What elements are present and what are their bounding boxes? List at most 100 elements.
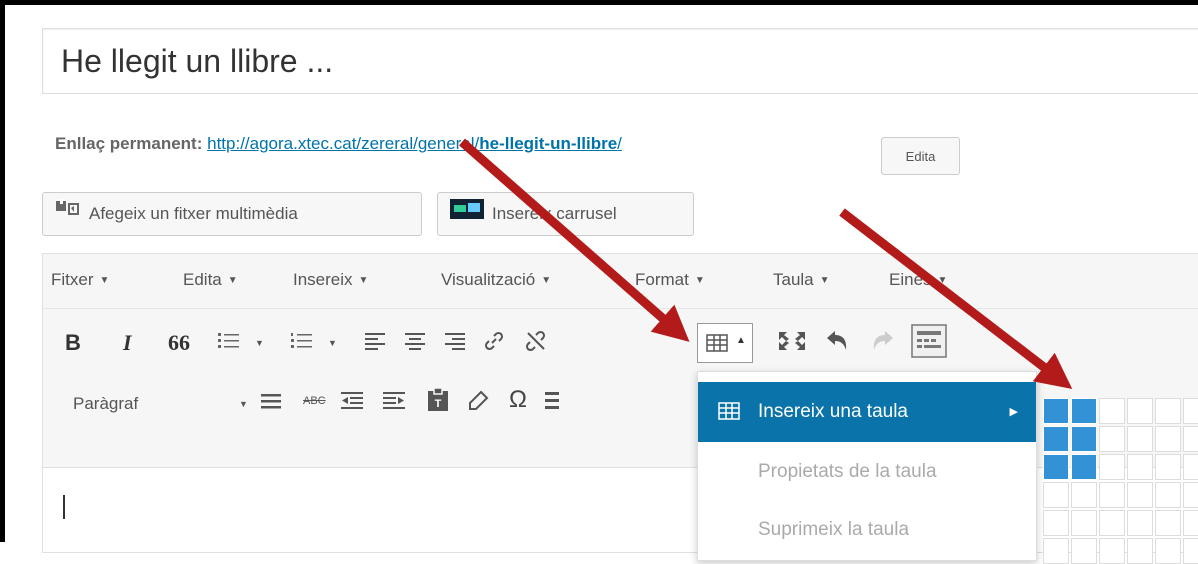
- menu-item-table-properties[interactable]: Propietats de la taula: [698, 442, 1036, 502]
- table-grid-cell[interactable]: [1071, 426, 1097, 452]
- horizontal-rule-icon: [261, 394, 281, 409]
- table-grid-cell[interactable]: [1183, 454, 1198, 480]
- table-grid-cell[interactable]: [1155, 454, 1181, 480]
- menu-file-label: Fitxer: [51, 270, 94, 289]
- table-grid-cell[interactable]: [1099, 398, 1125, 424]
- permalink-url-base: http://agora.xtec.cat/zereral/general/: [207, 134, 480, 153]
- more-toolbar-button[interactable]: [545, 390, 559, 416]
- add-media-button[interactable]: Afegeix un fitxer multimèdia: [42, 192, 422, 236]
- chevron-down-icon: ▼: [541, 275, 552, 286]
- table-grid-cell[interactable]: [1127, 482, 1153, 508]
- outdent-button[interactable]: [341, 391, 363, 417]
- insert-link-button[interactable]: [483, 330, 505, 358]
- menu-format-label: Format: [635, 270, 689, 289]
- table-grid-cell[interactable]: [1071, 454, 1097, 480]
- paste-text-button[interactable]: T: [427, 387, 449, 418]
- bullet-list-icon: [218, 333, 239, 348]
- numbered-list-icon: [291, 333, 312, 348]
- menu-table[interactable]: Taula ▼: [773, 270, 830, 290]
- clear-format-button[interactable]: [467, 390, 489, 418]
- menu-insert[interactable]: Insereix ▼: [293, 270, 368, 290]
- redo-icon: [873, 331, 893, 350]
- table-grid-cell[interactable]: [1043, 482, 1069, 508]
- permalink-link[interactable]: http://agora.xtec.cat/zereral/general/he…: [207, 134, 622, 153]
- strikethrough-button[interactable]: ABC: [303, 395, 326, 407]
- table-grid-cell[interactable]: [1099, 454, 1125, 480]
- link-icon: [484, 331, 504, 351]
- permalink-slug: he-llegit-un-llibre: [479, 134, 618, 153]
- indent-button[interactable]: [383, 391, 405, 417]
- permalink-trailing-slash: /: [617, 134, 622, 153]
- menu-file[interactable]: Fitxer ▼: [51, 270, 109, 290]
- align-left-button[interactable]: [365, 332, 385, 356]
- table-grid-cell[interactable]: [1043, 454, 1069, 480]
- chevron-down-icon: ▼: [227, 275, 238, 286]
- permalink-label: Enllaç permanent:: [55, 134, 203, 153]
- numbered-list-button[interactable]: [291, 332, 313, 356]
- table-grid-cell[interactable]: [1043, 426, 1069, 452]
- format-select-value: Paràgraf: [73, 394, 139, 413]
- table-grid-cell[interactable]: [1183, 426, 1198, 452]
- undo-button[interactable]: [825, 330, 849, 358]
- insert-carousel-button[interactable]: Insereix carrusel: [437, 192, 694, 236]
- table-grid-cell[interactable]: [1071, 510, 1097, 536]
- table-grid-cell[interactable]: [1099, 426, 1125, 452]
- table-grid-cell[interactable]: [1155, 482, 1181, 508]
- italic-button[interactable]: I: [123, 330, 132, 356]
- menu-insert-label: Insereix: [293, 270, 353, 289]
- table-grid-cell[interactable]: [1071, 482, 1097, 508]
- table-button[interactable]: ▲: [697, 323, 753, 363]
- toolbar-toggle-button[interactable]: [911, 324, 947, 364]
- menu-item-insert-table[interactable]: Insereix una taula ▶: [698, 382, 1036, 442]
- remove-link-button[interactable]: [523, 328, 549, 360]
- table-grid-cell[interactable]: [1155, 510, 1181, 536]
- chevron-down-icon: ▼: [358, 275, 369, 286]
- menu-edit[interactable]: Edita ▼: [183, 270, 238, 290]
- clear-format-icon: [469, 390, 489, 410]
- table-grid-cell[interactable]: [1127, 398, 1153, 424]
- table-grid-cell[interactable]: [1127, 510, 1153, 536]
- table-icon: [718, 402, 740, 420]
- menu-format[interactable]: Format ▼: [635, 270, 705, 290]
- table-grid-cell[interactable]: [1127, 454, 1153, 480]
- menu-item-insert-table-label: Insereix una taula: [758, 401, 908, 422]
- chevron-down-icon: ▼: [694, 275, 705, 286]
- table-grid-cell[interactable]: [1099, 510, 1125, 536]
- table-grid-cell[interactable]: [1155, 398, 1181, 424]
- table-grid-cell[interactable]: [1183, 482, 1198, 508]
- blockquote-button[interactable]: 66: [168, 330, 190, 356]
- bullet-list-button[interactable]: [218, 332, 240, 356]
- table-grid-cell[interactable]: [1127, 426, 1153, 452]
- table-grid-cell[interactable]: [1155, 426, 1181, 452]
- align-center-button[interactable]: [405, 332, 425, 356]
- paste-text-icon: T: [428, 387, 448, 411]
- horizontal-rule-button[interactable]: [261, 392, 281, 416]
- bold-button[interactable]: B: [65, 330, 81, 356]
- post-title-input[interactable]: He llegit un llibre ...: [42, 28, 1198, 94]
- outdent-icon: [341, 392, 363, 409]
- text-cursor: [63, 495, 65, 519]
- align-right-button[interactable]: [445, 332, 465, 356]
- format-select[interactable]: Paràgraf ▼: [55, 385, 248, 423]
- indent-icon: [383, 392, 405, 409]
- special-char-button[interactable]: Ω: [509, 386, 527, 414]
- table-grid-cell[interactable]: [1183, 398, 1198, 424]
- chevron-down-icon: ▼: [937, 275, 948, 286]
- unlink-icon: [525, 330, 546, 352]
- fullscreen-button[interactable]: [779, 332, 805, 356]
- table-grid-cell[interactable]: [1183, 510, 1198, 536]
- menu-item-delete-table[interactable]: Suprimeix la taula: [698, 500, 1036, 560]
- table-grid-cell[interactable]: [1099, 482, 1125, 508]
- table-grid-cell[interactable]: [1043, 398, 1069, 424]
- align-right-icon: [445, 333, 465, 350]
- fullscreen-icon: [779, 332, 805, 350]
- edit-permalink-button[interactable]: Edita: [881, 137, 960, 175]
- table-grid-cell[interactable]: [1043, 510, 1069, 536]
- menu-view[interactable]: Visualització ▼: [441, 270, 551, 290]
- redo-button[interactable]: [871, 330, 895, 358]
- caret-up-icon: ▲: [736, 335, 746, 346]
- table-grid-cell[interactable]: [1071, 398, 1097, 424]
- menu-tools[interactable]: Eines ▼: [889, 270, 947, 290]
- menu-table-label: Taula: [773, 270, 814, 289]
- menu-tools-label: Eines: [889, 270, 932, 289]
